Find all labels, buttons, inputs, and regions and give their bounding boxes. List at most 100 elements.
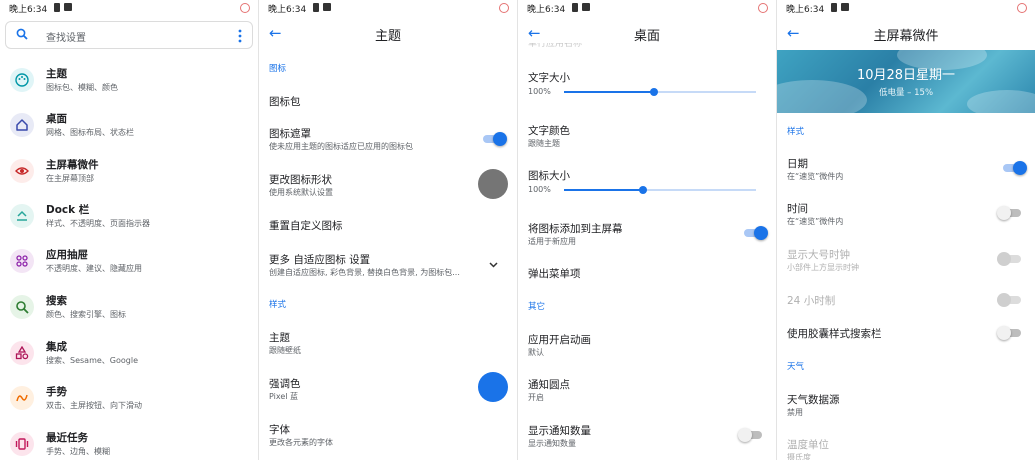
item-title: 文字大小	[528, 72, 570, 84]
item-subtitle: 不透明度、建议、隐藏应用	[46, 264, 142, 273]
pill-search-bar-item[interactable]: 使用胶囊样式搜索栏	[777, 326, 1035, 346]
accent-color-swatch	[478, 372, 508, 402]
image-notification-icon	[64, 3, 72, 11]
item-subtitle: 创建自适应图标, 彩色背景, 替换白色背景, 为图标包...	[269, 268, 460, 277]
image-notification-icon	[582, 3, 590, 11]
settings-item-gestures[interactable]: 手势 双击、主屏按钮、向下滑动	[0, 378, 258, 422]
search-bar[interactable]: 查找设置	[5, 21, 253, 49]
accent-color-item[interactable]: 强调色 Pixel 蓝	[259, 372, 517, 406]
icon-mask-toggle[interactable]	[483, 132, 507, 146]
24-hour-toggle	[997, 293, 1021, 307]
recents-icon	[10, 432, 34, 456]
pill-search-toggle[interactable]	[997, 326, 1021, 340]
eye-icon	[10, 159, 34, 183]
page-title: 主题	[374, 29, 401, 44]
item-subtitle: Pixel 蓝	[269, 392, 299, 401]
item-title: 将图标添加到主屏幕	[528, 223, 623, 235]
sim-icon	[54, 3, 60, 12]
item-subtitle: 禁用	[787, 408, 803, 417]
widget-preview: 10月28日星期一 低电量 – 15%	[777, 50, 1035, 113]
font-item[interactable]: 字体 更改各元素的字体	[259, 422, 517, 452]
item-subtitle: 颜色、搜索引擎、图标	[46, 310, 126, 319]
text-color-item[interactable]: 文字颜色 跟随主题	[518, 123, 776, 153]
section-header-style: 样式	[269, 300, 287, 310]
item-title: 显示大号时钟	[787, 249, 850, 261]
text-size-slider[interactable]	[564, 87, 756, 97]
item-subtitle: 小部件上方显示时钟	[787, 263, 859, 272]
home-widget-panel: 晚上6:34 ← 主屏幕微件 10月28日星期一 低电量 – 15% 样式 日期…	[777, 0, 1035, 460]
item-title: 应用抽屉	[46, 249, 88, 261]
item-title: 重置自定义图标	[269, 220, 343, 232]
date-item[interactable]: 日期 在“速览”微件内	[777, 156, 1035, 186]
gesture-icon	[10, 386, 34, 410]
settings-item-app-drawer[interactable]: 应用抽屉 不透明度、建议、隐藏应用	[0, 241, 258, 285]
settings-item-search[interactable]: 搜索 颜色、搜索引擎、图标	[0, 287, 258, 331]
section-header-icons: 图标	[269, 64, 287, 74]
settings-item-integrations[interactable]: 集成 搜索、Sesame、Google	[0, 333, 258, 377]
shapes-icon	[10, 341, 34, 365]
settings-item-theme[interactable]: 主题 图标包、模糊、颜色	[0, 60, 258, 104]
item-title: 手势	[46, 386, 67, 398]
more-vert-icon[interactable]	[238, 29, 242, 43]
time-item[interactable]: 时间 在“速览”微件内	[777, 201, 1035, 231]
section-header-style: 样式	[787, 127, 805, 137]
item-subtitle: 摄氏度	[787, 453, 811, 460]
icon-mask-item[interactable]: 图标遮罩 使未应用主题的图标适应已应用的图标包	[259, 126, 517, 156]
icon-size-slider[interactable]	[564, 185, 756, 195]
notification-count-item[interactable]: 显示通知数量 显示通知数量	[518, 423, 776, 453]
item-title: 最近任务	[46, 432, 88, 444]
add-icons-home-item[interactable]: 将图标添加到主屏幕 适用于新应用	[518, 221, 776, 251]
date-toggle[interactable]	[1003, 161, 1027, 175]
item-title: 图标大小	[528, 170, 570, 182]
reset-custom-icons-item[interactable]: 重置自定义图标	[259, 218, 517, 238]
item-title: 主题	[269, 332, 290, 344]
item-title: 图标包	[269, 96, 301, 108]
item-subtitle: 图标包、模糊、颜色	[46, 83, 118, 92]
widget-date-text: 10月28日星期一	[856, 68, 956, 83]
home-icon	[10, 113, 34, 137]
settings-item-dock[interactable]: Dock 栏 样式、不透明度、页面指示器	[0, 196, 258, 240]
chevron-down-icon[interactable]	[489, 262, 498, 268]
weather-source-item[interactable]: 天气数据源 禁用	[777, 392, 1035, 422]
section-header-weather: 天气	[787, 362, 805, 372]
theme-mode-item[interactable]: 主题 跟随壁纸	[259, 330, 517, 360]
item-subtitle: 在“速览”微件内	[787, 172, 844, 181]
large-clock-item: 显示大号时钟 小部件上方显示时钟	[777, 247, 1035, 277]
popup-menu-item[interactable]: 弹出菜单项	[518, 266, 776, 286]
notification-count-toggle[interactable]	[738, 428, 762, 442]
temperature-unit-item: 温度单位 摄氏度	[777, 437, 1035, 460]
item-subtitle: 在主屏幕顶部	[46, 174, 94, 183]
widget-battery-text: 低电量 – 15%	[878, 88, 934, 98]
page-title: 桌面	[633, 29, 660, 44]
settings-item-recents[interactable]: 最近任务 手势、边角、模糊	[0, 424, 258, 460]
settings-item-desktop[interactable]: 桌面 网格、图标布局、状态栏	[0, 105, 258, 149]
item-subtitle: 双击、主屏按钮、向下滑动	[46, 401, 142, 410]
icon-pack-item[interactable]: 图标包	[259, 94, 517, 116]
battery-icon	[499, 3, 509, 13]
search-placeholder: 查找设置	[46, 33, 86, 44]
item-subtitle: 使用系统默认设置	[269, 188, 333, 197]
app-open-animation-item[interactable]: 应用开启动画 默认	[518, 332, 776, 362]
sim-icon	[831, 3, 837, 12]
item-subtitle: 样式、不透明度、页面指示器	[46, 219, 150, 228]
section-header-other: 其它	[528, 302, 546, 312]
item-title: 应用开启动画	[528, 334, 591, 346]
settings-item-widget[interactable]: 主屏幕微件 在主屏幕顶部	[0, 151, 258, 195]
more-adaptive-icons-item[interactable]: 更多 自适应图标 设置 创建自适应图标, 彩色背景, 替换白色背景, 为图标包.…	[259, 252, 517, 282]
apps-icon	[10, 249, 34, 273]
search-icon	[16, 28, 28, 40]
time-toggle[interactable]	[997, 206, 1021, 220]
item-title: 通知圆点	[528, 379, 570, 391]
theme-panel: 晚上6:34 ← 主题 图标 图标包 图标遮罩 使未应用主题的图标适应已应用的图…	[259, 0, 517, 460]
item-subtitle: 开启	[528, 393, 544, 402]
item-title: 24 小时制	[787, 295, 836, 307]
notification-dots-item[interactable]: 通知圆点 开启	[518, 377, 776, 407]
palette-icon	[10, 68, 34, 92]
item-title: 主屏幕微件	[46, 159, 99, 171]
add-icons-toggle[interactable]	[744, 226, 768, 240]
item-title: 搜索	[46, 295, 67, 307]
icon-shape-item[interactable]: 更改图标形状 使用系统默认设置	[259, 169, 517, 202]
status-time: 晚上6:34	[527, 5, 566, 15]
item-title: 强调色	[269, 378, 301, 390]
page-title: 主屏幕微件	[873, 29, 939, 44]
